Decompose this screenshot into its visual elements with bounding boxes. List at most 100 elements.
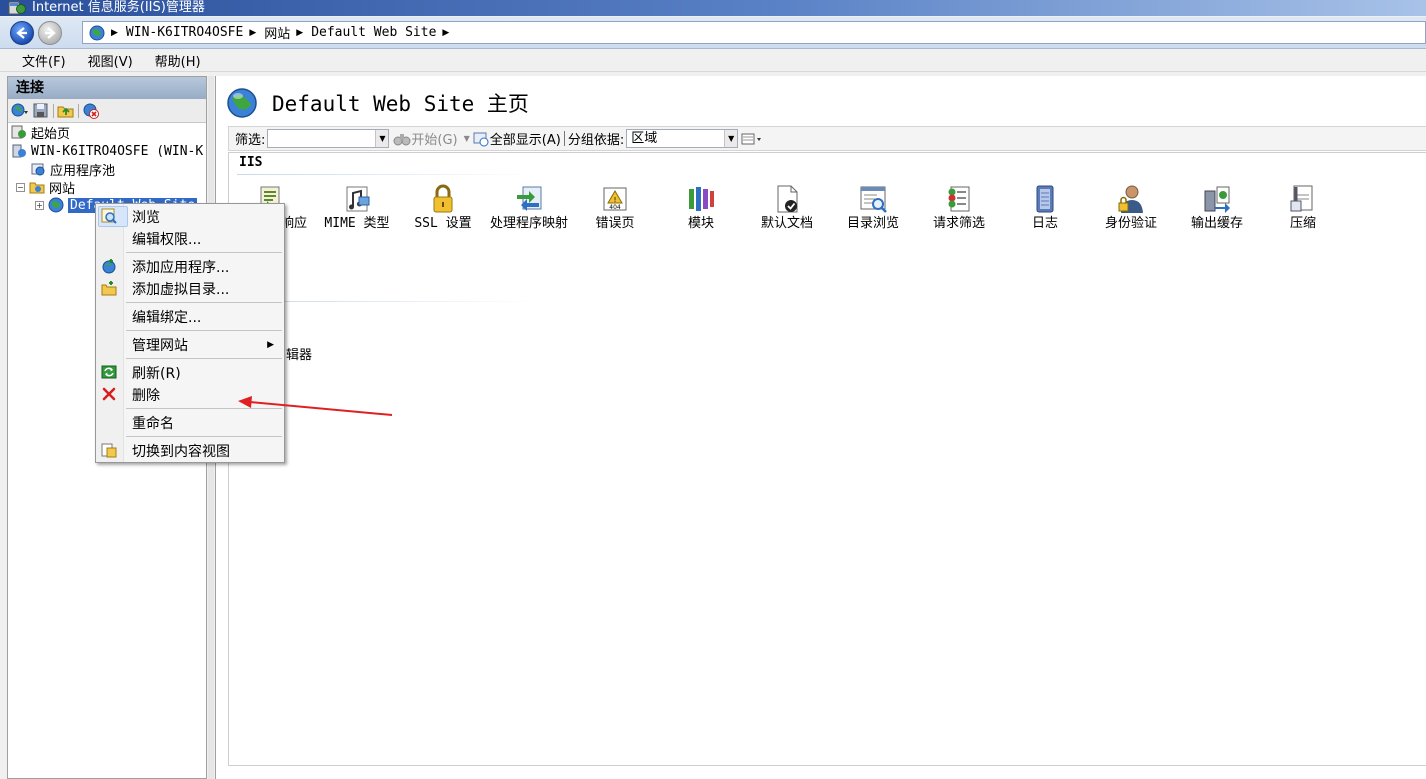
- save-icon[interactable]: [32, 102, 50, 119]
- compression-icon: [1290, 185, 1313, 212]
- feature-modules[interactable]: 模块: [659, 183, 743, 231]
- breadcrumb-default-site[interactable]: Default Web Site: [311, 25, 436, 40]
- feature-request-filtering[interactable]: 请求筛选: [917, 183, 1001, 231]
- tree-item-start-page[interactable]: 起始页: [11, 123, 70, 142]
- address-toolbar: ▶ WIN-K6ITRO4OSFE ▶ 网站 ▶ Default Web Sit…: [0, 17, 1426, 49]
- show-all-icon: [473, 132, 489, 146]
- lock-icon: [433, 184, 453, 213]
- features-view: IIS 响应 MIME 类型 SSL 设置 处理程序映射 ! 404 错误页 模块: [228, 152, 1426, 766]
- feature-label-partial[interactable]: 辑器: [286, 344, 312, 363]
- feature-default-document[interactable]: 默认文档: [745, 183, 829, 231]
- menu-bar: 文件(F) 视图(V) 帮助(H): [0, 50, 1426, 72]
- address-bar[interactable]: ▶ WIN-K6ITRO4OSFE ▶ 网站 ▶ Default Web Sit…: [82, 21, 1426, 44]
- refresh-icon: [101, 365, 117, 379]
- globe-icon: [48, 197, 64, 213]
- default-document-icon: [777, 185, 798, 213]
- tree-item-sites[interactable]: − 网站: [16, 178, 75, 197]
- tree-item-app-pools[interactable]: 应用程序池: [30, 160, 115, 179]
- feature-logging[interactable]: 日志: [1003, 183, 1087, 231]
- breadcrumb-separator: ▶: [442, 27, 450, 38]
- context-menu: 浏览 编辑权限... 添加应用程序... 添加虚拟目录... 编辑绑定... 管…: [95, 203, 285, 463]
- feature-handler-mappings[interactable]: 处理程序映射: [487, 183, 571, 231]
- page-header: Default Web Site 主页: [226, 86, 529, 120]
- add-virtual-directory-icon: [101, 281, 117, 296]
- up-folder-icon[interactable]: [57, 102, 75, 119]
- feature-ssl-settings[interactable]: SSL 设置: [401, 183, 485, 231]
- output-caching-icon: [1204, 186, 1230, 213]
- connections-toolbar: [8, 99, 206, 123]
- menu-file[interactable]: 文件(F): [22, 51, 66, 70]
- iis-app-icon: [8, 1, 26, 15]
- menu-help[interactable]: 帮助(H): [155, 51, 201, 70]
- directory-browsing-icon: [860, 186, 887, 213]
- context-menu-separator: [126, 358, 282, 359]
- arrow-left-icon: [16, 27, 27, 39]
- feature-directory-browsing[interactable]: 目录浏览: [831, 183, 915, 231]
- collapse-toggle[interactable]: −: [16, 182, 25, 192]
- mime-types-icon: [346, 186, 370, 212]
- show-all-button[interactable]: 全部显示(A): [490, 129, 561, 148]
- binoculars-icon: [393, 133, 411, 145]
- breadcrumb-separator: ▶: [111, 27, 118, 38]
- context-menu-add-virtual-directory[interactable]: 添加虚拟目录...: [96, 278, 284, 299]
- view-mode-icon[interactable]: [741, 132, 763, 146]
- context-menu-manage-site[interactable]: 管理网站 ▶: [96, 334, 284, 355]
- separator: [563, 131, 565, 146]
- feature-authentication[interactable]: 身份验证: [1089, 183, 1173, 231]
- context-menu-edit-bindings[interactable]: 编辑绑定...: [96, 306, 284, 327]
- context-menu-browse[interactable]: 浏览: [96, 206, 284, 227]
- request-filtering-icon: [948, 186, 970, 212]
- error-page-icon: !404: [603, 187, 627, 211]
- group-by-select[interactable]: 区域 ▼: [626, 129, 739, 148]
- main-pane: Default Web Site 主页 筛选: ▼ 开始(G) ▼ 全部显示(A…: [215, 76, 1426, 779]
- expand-toggle[interactable]: +: [35, 200, 44, 210]
- filter-bar: 筛选: ▼ 开始(G) ▼ 全部显示(A) 分组依据: 区域 ▼: [228, 126, 1426, 151]
- breadcrumb-sites[interactable]: 网站: [264, 23, 290, 42]
- app-pool-icon: [31, 163, 45, 176]
- window-title-bar: Internet 信息服务(IIS)管理器: [0, 0, 1426, 16]
- context-menu-switch-content-view[interactable]: 切换到内容视图: [96, 440, 284, 461]
- context-menu-delete[interactable]: 删除: [96, 384, 284, 405]
- feature-output-caching[interactable]: 输出缓存: [1175, 183, 1259, 231]
- handler-mappings-icon: [517, 186, 542, 211]
- group-by-label: 分组依据:: [567, 133, 625, 148]
- chevron-down-icon[interactable]: ▼: [464, 134, 470, 143]
- context-menu-refresh[interactable]: 刷新(R): [96, 362, 284, 383]
- connections-header: 连接: [8, 77, 206, 99]
- browse-icon: [101, 208, 117, 224]
- server-icon: [12, 144, 26, 158]
- arrow-right-icon: [45, 27, 56, 39]
- sites-folder-icon: [29, 182, 45, 194]
- chevron-down-icon[interactable]: ▼: [724, 130, 738, 147]
- section-header-iis: IIS: [239, 155, 263, 170]
- window-title: Internet 信息服务(IIS)管理器: [32, 0, 205, 15]
- page-title: Default Web Site 主页: [272, 92, 529, 116]
- menu-view[interactable]: 视图(V): [88, 51, 133, 70]
- connect-globe-icon[interactable]: [11, 102, 29, 119]
- context-menu-separator: [126, 252, 282, 253]
- feature-compression[interactable]: 压缩: [1261, 183, 1345, 231]
- breadcrumb-server[interactable]: WIN-K6ITRO4OSFE: [126, 25, 243, 40]
- context-menu-separator: [126, 436, 282, 437]
- breadcrumb-separator: ▶: [249, 27, 257, 38]
- context-menu-separator: [126, 330, 282, 331]
- chevron-down-icon[interactable]: ▼: [375, 130, 389, 147]
- context-menu-separator: [126, 302, 282, 303]
- start-filter-button[interactable]: 开始(G): [411, 129, 457, 148]
- filter-input[interactable]: ▼: [267, 129, 390, 148]
- forward-button[interactable]: [38, 21, 62, 45]
- tree-item-server[interactable]: WIN-K6ITRO4OSFE (WIN-K: [11, 142, 203, 160]
- delete-icon: [102, 387, 116, 401]
- context-menu-edit-permissions[interactable]: 编辑权限...: [96, 228, 284, 249]
- filter-label: 筛选:: [235, 133, 266, 148]
- feature-mime-types[interactable]: MIME 类型: [315, 183, 399, 231]
- context-menu-separator: [126, 408, 282, 409]
- context-menu-add-application[interactable]: 添加应用程序...: [96, 256, 284, 277]
- back-button[interactable]: [10, 21, 34, 45]
- feature-error-pages[interactable]: ! 404 错误页: [573, 183, 657, 231]
- logging-icon: [1036, 185, 1054, 213]
- svg-text:404: 404: [609, 204, 621, 211]
- svg-text:!: !: [614, 196, 617, 204]
- context-menu-rename[interactable]: 重命名: [96, 412, 284, 433]
- disconnect-icon[interactable]: [82, 102, 100, 119]
